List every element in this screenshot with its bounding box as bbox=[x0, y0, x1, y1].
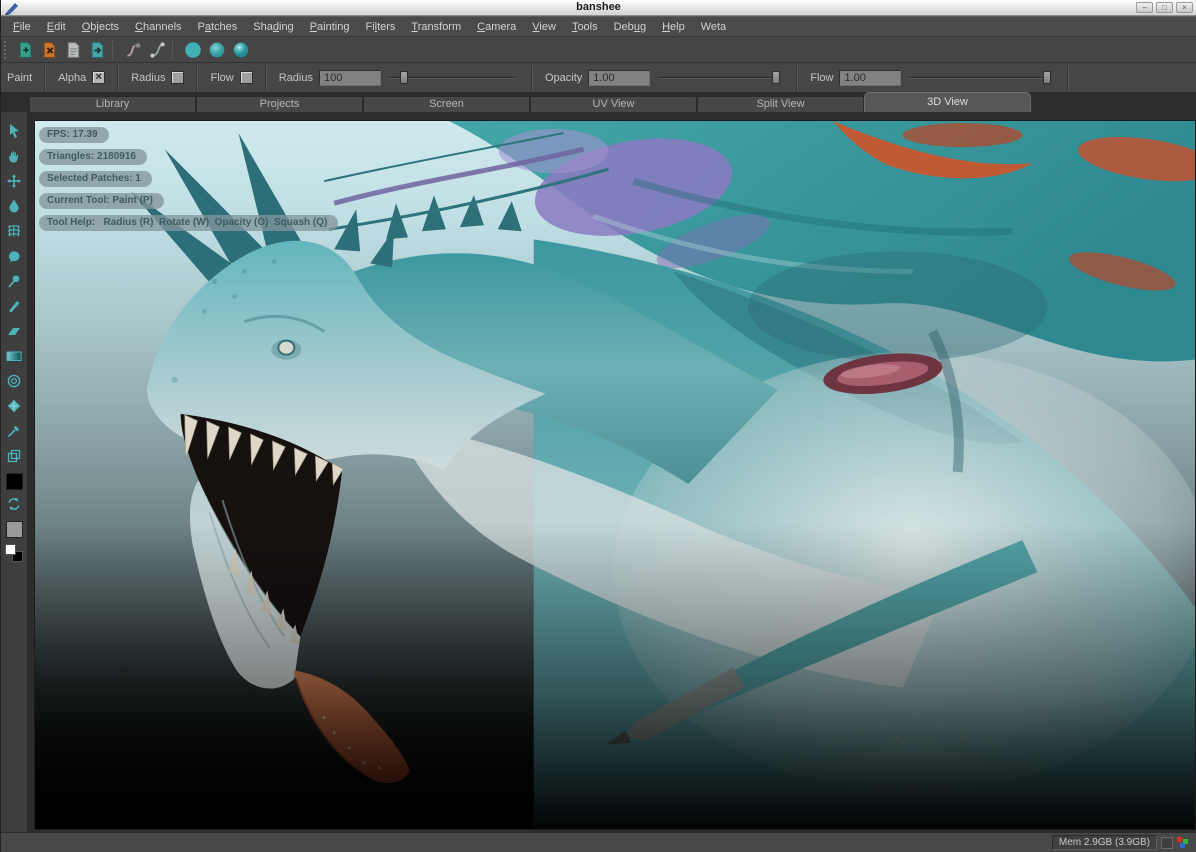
separator bbox=[265, 65, 267, 91]
hud-current-tool: Current Tool: Paint (P) bbox=[39, 193, 164, 209]
clone-tool-icon[interactable] bbox=[3, 370, 25, 392]
tab-screen[interactable]: Screen bbox=[363, 96, 530, 112]
minimize-icon[interactable]: – bbox=[1136, 2, 1153, 13]
menu-file[interactable]: File bbox=[5, 17, 39, 37]
toolbar-separator bbox=[172, 40, 178, 60]
opacity-slider[interactable] bbox=[658, 71, 780, 84]
primary-color-swatch[interactable] bbox=[6, 473, 23, 490]
flow-slider[interactable] bbox=[909, 71, 1051, 84]
radius-checkbox[interactable] bbox=[171, 71, 184, 84]
separator bbox=[117, 65, 119, 91]
duplicate-tool-icon[interactable] bbox=[3, 445, 25, 467]
app-window: banshee – □ × File Edit Objects Channels… bbox=[0, 0, 1196, 852]
status-indicator-box bbox=[1161, 837, 1173, 849]
gradient-tool-icon[interactable] bbox=[3, 345, 25, 367]
menu-objects[interactable]: Objects bbox=[74, 17, 127, 37]
menu-transform[interactable]: Transform bbox=[403, 17, 469, 37]
menu-painting[interactable]: Painting bbox=[302, 17, 358, 37]
paint-options-bar: Paint Alpha × Radius Flow Radius Opacity… bbox=[1, 62, 1196, 92]
brush-glossy-icon[interactable] bbox=[229, 39, 253, 61]
close-icon[interactable]: × bbox=[1176, 2, 1193, 13]
gem-tool-icon[interactable] bbox=[3, 395, 25, 417]
menubar: File Edit Objects Channels Patches Shadi… bbox=[1, 16, 1196, 36]
flow-input[interactable] bbox=[839, 70, 901, 86]
connect-points-icon[interactable] bbox=[121, 39, 145, 61]
view-tabbar: Library Projects Screen UV View Split Vi… bbox=[1, 92, 1196, 112]
flow-label: Flow bbox=[810, 72, 833, 84]
menu-edit[interactable]: Edit bbox=[39, 17, 74, 37]
separator bbox=[531, 65, 533, 91]
drop-tool-icon[interactable] bbox=[3, 195, 25, 217]
paint-stroke-tool-icon[interactable] bbox=[3, 295, 25, 317]
statusbar: Mem 2.9GB (3.9GB) bbox=[1, 832, 1196, 852]
pan-tool-icon[interactable] bbox=[3, 145, 25, 167]
menu-weta[interactable]: Weta bbox=[693, 17, 734, 37]
tab-3d-view[interactable]: 3D View bbox=[864, 92, 1031, 112]
radius-input[interactable] bbox=[319, 70, 381, 86]
edit-curve-icon[interactable] bbox=[145, 39, 169, 61]
main-area: FPS: 17.39 Triangles: 2180916 Selected P… bbox=[1, 112, 1196, 832]
viewport-hud: FPS: 17.39 Triangles: 2180916 Selected P… bbox=[39, 127, 338, 237]
alpha-checkbox[interactable]: × bbox=[92, 71, 105, 84]
brush-soft-icon[interactable] bbox=[205, 39, 229, 61]
secondary-color-swatch[interactable] bbox=[6, 521, 23, 538]
hud-fps: FPS: 17.39 bbox=[39, 127, 109, 143]
close-project-icon[interactable] bbox=[37, 39, 61, 61]
pin-tool-icon[interactable] bbox=[3, 270, 25, 292]
swap-colors-icon[interactable] bbox=[3, 493, 25, 515]
menu-patches[interactable]: Patches bbox=[190, 17, 246, 37]
tool-palette bbox=[1, 112, 28, 832]
app-icon bbox=[3, 1, 21, 15]
radius-label: Radius bbox=[279, 72, 313, 84]
toolbar-grip[interactable] bbox=[4, 41, 9, 59]
tab-projects[interactable]: Projects bbox=[196, 96, 363, 112]
menu-camera[interactable]: Camera bbox=[469, 17, 524, 37]
move-tool-icon[interactable] bbox=[3, 170, 25, 192]
brush-hard-icon[interactable] bbox=[181, 39, 205, 61]
new-project-icon[interactable] bbox=[13, 39, 37, 61]
eyedropper-tool-icon[interactable] bbox=[3, 420, 25, 442]
hud-tool-help: Tool Help: Radius (R) Rotate (W) Opacity… bbox=[39, 215, 338, 231]
3d-viewport[interactable]: FPS: 17.39 Triangles: 2180916 Selected P… bbox=[34, 120, 1196, 830]
menu-view[interactable]: View bbox=[524, 17, 564, 37]
tool-name-label: Paint bbox=[7, 72, 32, 84]
menu-tools[interactable]: Tools bbox=[564, 17, 606, 37]
window-title: banshee bbox=[1, 0, 1196, 15]
radius-slider[interactable] bbox=[389, 71, 515, 84]
tab-library[interactable]: Library bbox=[29, 96, 196, 112]
warp-grid-tool-icon[interactable] bbox=[3, 220, 25, 242]
separator bbox=[1067, 65, 1069, 91]
opacity-input[interactable] bbox=[588, 70, 650, 86]
toolbar-separator bbox=[112, 40, 118, 60]
flow-toggle-label: Flow bbox=[210, 72, 233, 84]
menu-help[interactable]: Help bbox=[654, 17, 693, 37]
select-tool-icon[interactable] bbox=[3, 120, 25, 142]
separator bbox=[796, 65, 798, 91]
memory-usage: Mem 2.9GB (3.9GB) bbox=[1052, 835, 1157, 850]
titlebar: banshee – □ × bbox=[1, 0, 1196, 16]
tab-split-view[interactable]: Split View bbox=[697, 96, 864, 112]
maximize-icon[interactable]: □ bbox=[1156, 2, 1173, 13]
flow-checkbox[interactable] bbox=[240, 71, 253, 84]
menu-debug[interactable]: Debug bbox=[606, 17, 654, 37]
rgb-channels-icon[interactable] bbox=[1177, 836, 1190, 849]
hud-triangles: Triangles: 2180916 bbox=[39, 149, 147, 165]
import-image-icon[interactable] bbox=[85, 39, 109, 61]
hud-selected-patches: Selected Patches: 1 bbox=[39, 171, 152, 187]
eraser-tool-icon[interactable] bbox=[3, 320, 25, 342]
menu-shading[interactable]: Shading bbox=[245, 17, 301, 37]
opacity-label: Opacity bbox=[545, 72, 582, 84]
radius-toggle-label: Radius bbox=[131, 72, 165, 84]
menu-channels[interactable]: Channels bbox=[127, 17, 190, 37]
save-snapshot-icon[interactable] bbox=[61, 39, 85, 61]
separator bbox=[44, 65, 46, 91]
tab-uv-view[interactable]: UV View bbox=[530, 96, 697, 112]
smudge-tool-icon[interactable] bbox=[3, 245, 25, 267]
alpha-label: Alpha bbox=[58, 72, 86, 84]
menu-filters[interactable]: Filters bbox=[357, 17, 403, 37]
separator bbox=[196, 65, 198, 91]
main-toolbar bbox=[1, 36, 1196, 62]
foreground-color-swatch[interactable] bbox=[5, 544, 16, 555]
foreground-background-swatches[interactable] bbox=[5, 544, 23, 562]
